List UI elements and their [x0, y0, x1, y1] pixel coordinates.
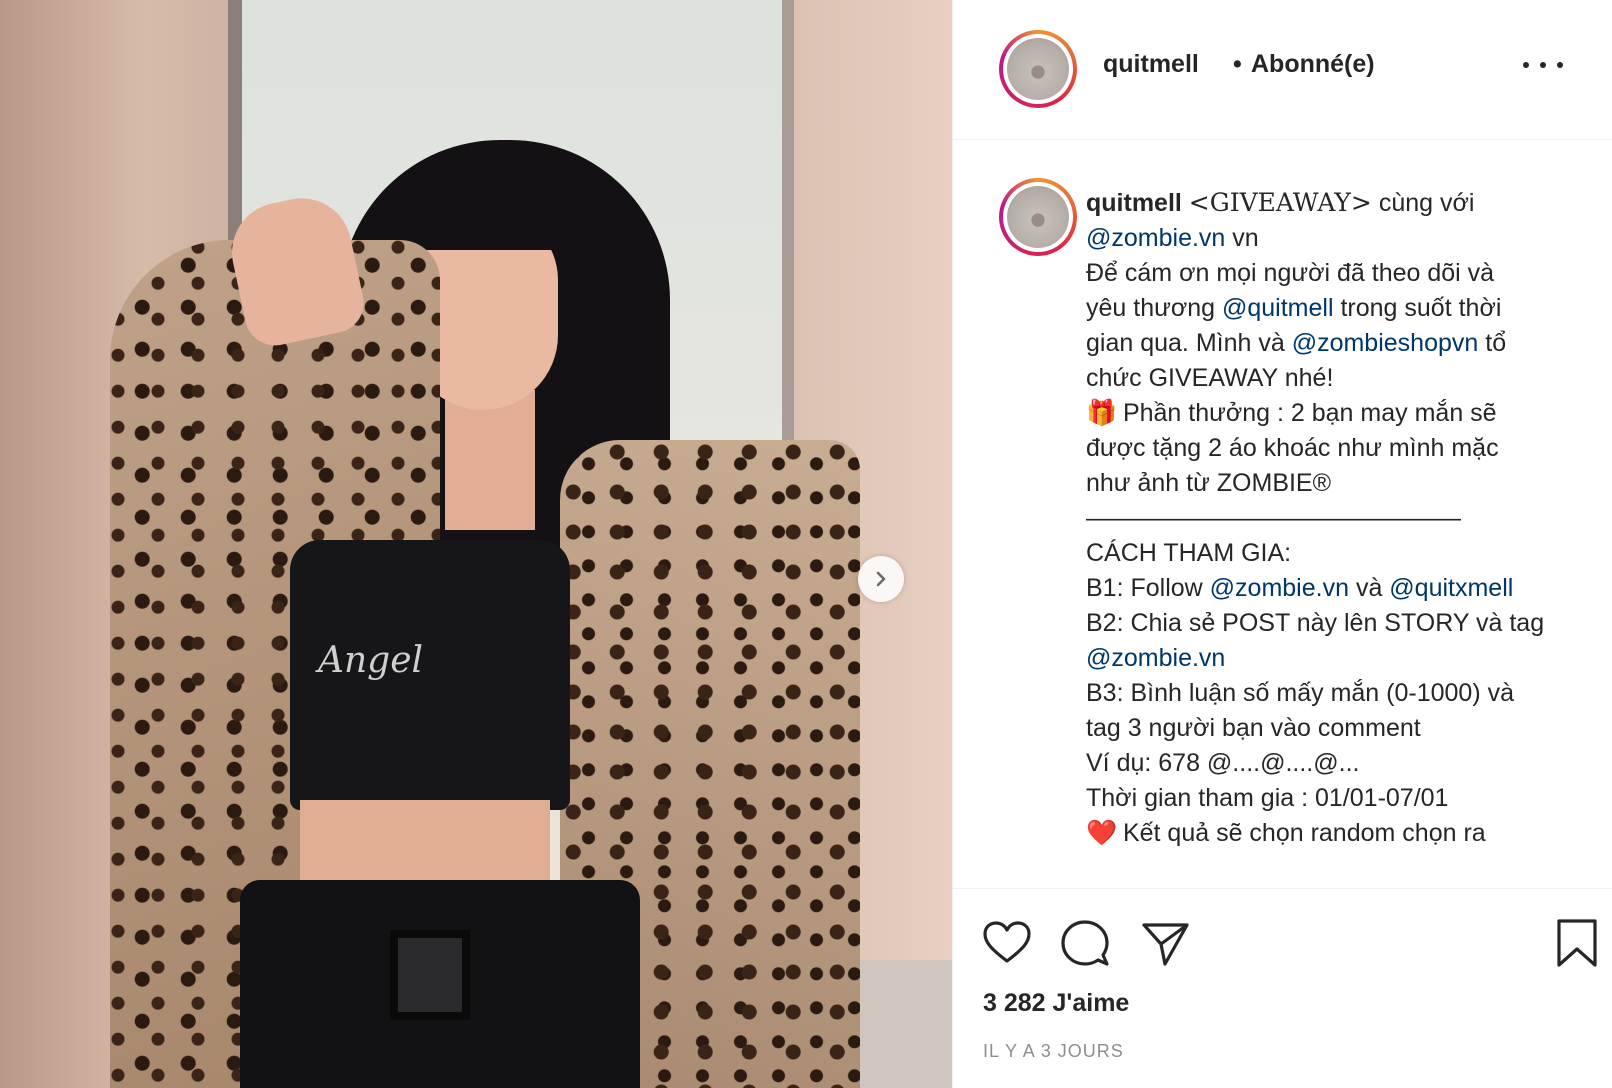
caption-text-segment: tag 3 người bạn vào comment	[1086, 714, 1421, 742]
photo-shirt-print: Angel	[318, 640, 424, 681]
caption-line: như ảnh từ ZOMBIE®	[1086, 466, 1596, 501]
mention-link[interactable]: @zombie.vn	[1086, 224, 1225, 252]
caption-text-segment: ———————————————	[1086, 504, 1461, 532]
caption-username[interactable]: quitmell	[1086, 189, 1182, 217]
mention-link[interactable]: @zombie.vn	[1086, 644, 1225, 672]
post-header: quitmell • Abonné(e)	[953, 0, 1612, 140]
caption-line: B1: Follow @zombie.vn và @quitxmell	[1086, 571, 1596, 606]
paper-plane-icon[interactable]	[1139, 917, 1191, 969]
caption-text-segment: được tặng 2 áo khoác như mình mặc	[1086, 434, 1499, 462]
caption-line: @zombie.vn	[1086, 641, 1596, 676]
caption-line: Thời gian tham gia : 01/01-07/01	[1086, 781, 1596, 816]
more-dots-icon	[1523, 62, 1563, 68]
photo-subject-buckle	[390, 930, 470, 1020]
caption-text-segment: tổ	[1478, 329, 1507, 357]
caption-line: B3: Bình luận số mấy mắn (0-1000) và	[1086, 676, 1596, 711]
caption-line: @zombie.vn vn	[1086, 221, 1596, 256]
more-options-button[interactable]	[1523, 50, 1563, 80]
caption-text-segment: B3: Bình luận số mấy mắn (0-1000) và	[1086, 679, 1515, 707]
caption-text-segment: trong suốt thời	[1333, 294, 1502, 322]
next-photo-button[interactable]	[858, 556, 904, 602]
avatar[interactable]	[999, 30, 1077, 108]
caption-line: được tặng 2 áo khoác như mình mặc	[1086, 431, 1596, 466]
post-side-panel: quitmell • Abonné(e) quitmell <GIVEAWAY>…	[952, 0, 1612, 1088]
caption-line: Ví dụ: 678 @....@....@...	[1086, 746, 1596, 781]
caption-line: CÁCH THAM GIA:	[1086, 536, 1596, 571]
gift-emoji-icon: 🎁	[1086, 399, 1118, 427]
caption-text-segment: Phần thưởng : 2 bạn may mắn sẽ	[1116, 399, 1497, 427]
mention-link[interactable]: @zombie.vn	[1210, 574, 1349, 602]
likes-count[interactable]: 3 282 J'aime	[983, 989, 1129, 1018]
avatar-image	[1007, 186, 1069, 248]
comment-bubble-icon[interactable]	[1059, 917, 1111, 969]
mention-link[interactable]: @quitmell	[1222, 294, 1334, 322]
post-timestamp[interactable]: IL Y A 3 JOURS	[983, 1041, 1124, 1062]
caption-text-segment: B2: Chia sẻ POST này lên STORY và tag	[1086, 609, 1545, 637]
caption-text-segment: và	[1349, 574, 1390, 602]
caption-text-segment: yêu thương	[1086, 294, 1222, 322]
post-actions: 3 282 J'aime IL Y A 3 JOURS	[953, 888, 1612, 1088]
caption-text: quitmell <GIVEAWAY> cùng với @zombie.vn v…	[1086, 185, 1596, 851]
avatar-image	[1007, 38, 1069, 100]
post-caption: quitmell <GIVEAWAY> cùng với @zombie.vn v…	[953, 140, 1612, 888]
caption-avatar[interactable]	[999, 178, 1077, 256]
caption-text-segment: CÁCH THAM GIA:	[1086, 539, 1292, 567]
caption-line: Để cám ơn mọi người đã theo dõi và	[1086, 256, 1596, 291]
caption-text-segment: chức GIVEAWAY nhé!	[1086, 364, 1334, 392]
caption-line: tag 3 người bạn vào comment	[1086, 711, 1596, 746]
mention-link[interactable]: @zombieshopvn	[1292, 329, 1479, 357]
heart-icon[interactable]	[981, 917, 1033, 969]
caption-text-segment: Để cám ơn mọi người đã theo dõi và	[1086, 259, 1495, 287]
caption-line: B2: Chia sẻ POST này lên STORY và tag	[1086, 606, 1596, 641]
caption-line: ———————————————	[1086, 501, 1596, 536]
caption-line: ❤️ Kết quả sẽ chọn random chọn ra	[1086, 816, 1596, 851]
follow-status[interactable]: Abonné(e)	[1251, 50, 1375, 79]
chevron-right-icon	[876, 571, 886, 587]
caption-text-segment: Thời gian tham gia : 01/01-07/01	[1086, 784, 1449, 812]
caption-text-segment: vn	[1225, 224, 1259, 252]
caption-text-segment: như ảnh từ ZOMBIE®	[1086, 469, 1332, 497]
caption-line: gian qua. Mình và @zombieshopvn tổ	[1086, 326, 1596, 361]
caption-text-segment: gian qua. Mình và	[1086, 329, 1292, 357]
caption-text-segment: Ví dụ: 678 @....@....@...	[1086, 749, 1360, 777]
bookmark-icon[interactable]	[1551, 917, 1603, 969]
caption-line: yêu thương @quitmell trong suốt thời	[1086, 291, 1596, 326]
caption-text-segment: B1: Follow	[1086, 574, 1210, 602]
header-separator: •	[1233, 50, 1242, 78]
header-username[interactable]: quitmell	[1103, 50, 1199, 79]
photo-subject-neck	[445, 390, 535, 530]
photo-subject-bangs	[392, 170, 582, 250]
caption-line: 🎁 Phần thưởng : 2 bạn may mắn sẽ	[1086, 396, 1596, 431]
heart-emoji-icon: ❤️	[1086, 819, 1118, 847]
post-photo[interactable]: Angel	[0, 0, 952, 1088]
caption-text-serif: <GIVEAWAY>	[1188, 188, 1372, 217]
caption-line: chức GIVEAWAY nhé!	[1086, 361, 1596, 396]
caption-text-segment: cùng với	[1371, 189, 1475, 217]
caption-text-segment: Kết quả sẽ chọn random chọn ra	[1116, 819, 1486, 847]
mention-link[interactable]: @quitxmell	[1389, 574, 1513, 602]
